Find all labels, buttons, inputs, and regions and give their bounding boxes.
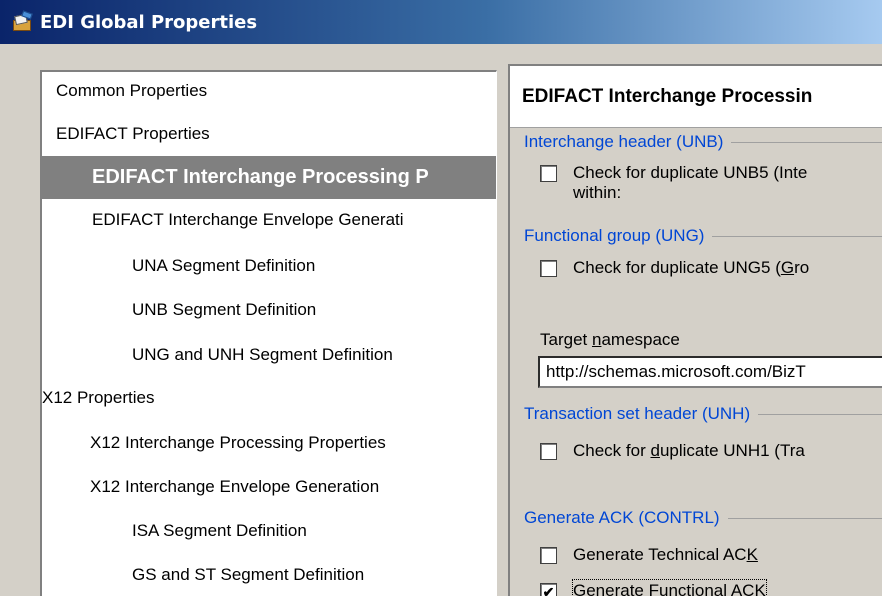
check-duplicate-unh1-checkbox[interactable]: Check for duplicate UNH1 (Tra (540, 440, 805, 462)
tree-item-x12-interchange-processing[interactable]: X12 Interchange Processing Properties (42, 424, 496, 462)
window-title: EDI Global Properties (40, 11, 258, 33)
properties-tree[interactable]: Common Properties EDIFACT Properties EDI… (40, 70, 497, 596)
group-interchange-header: Interchange header (UNB) (524, 132, 882, 152)
checkbox-box[interactable] (540, 260, 557, 277)
checkbox-box[interactable] (540, 165, 557, 182)
generate-technical-ack-checkbox[interactable]: Generate Technical ACK (540, 544, 758, 566)
tree-item-label: GS and ST Segment Definition (132, 565, 365, 584)
tree-item-label: EDIFACT Properties (56, 124, 210, 143)
tree-item-label: UNA Segment Definition (132, 256, 316, 275)
tree-item-label: UNB Segment Definition (132, 300, 317, 319)
group-transaction-set-header: Transaction set header (UNH) (524, 404, 882, 424)
check-duplicate-unb5-checkbox[interactable]: Check for duplicate UNB5 (Inte within: (540, 162, 807, 202)
tree-item-label: ISA Segment Definition (132, 521, 307, 540)
tree-item-ung-unh-segment[interactable]: UNG and UNH Segment Definition (42, 336, 496, 374)
checkbox-box[interactable] (540, 547, 557, 564)
target-namespace-input[interactable]: http://schemas.microsoft.com/BizT (538, 356, 882, 388)
properties-icon (12, 10, 34, 33)
tree-item-label: EDIFACT Interchange Envelope Generati (92, 210, 404, 229)
tree-item-label: Common Properties (56, 81, 208, 100)
tree-item-x12-envelope-generation[interactable]: X12 Interchange Envelope Generation (42, 468, 496, 506)
group-functional-group: Functional group (UNG) (524, 226, 882, 246)
tree-item-edifact-envelope-generation[interactable]: EDIFACT Interchange Envelope Generati (42, 201, 496, 239)
tree-item-label: X12 Properties (42, 388, 155, 407)
tree-item-edifact-interchange-processing[interactable]: EDIFACT Interchange Processing P (42, 156, 496, 199)
tree-item-isa-segment[interactable]: ISA Segment Definition (42, 512, 496, 550)
tree-item-edifact-properties[interactable]: EDIFACT Properties (42, 115, 496, 153)
checkmark-icon[interactable]: ✔ (540, 583, 557, 596)
group-generate-ack: Generate ACK (CONTRL) (524, 508, 882, 528)
panel-title: EDIFACT Interchange Processin (510, 66, 882, 128)
title-bar: EDI Global Properties (0, 0, 882, 44)
tree-item-unb-segment[interactable]: UNB Segment Definition (42, 291, 496, 329)
tree-item-label: EDIFACT Interchange Processing P (92, 166, 429, 188)
properties-panel: EDIFACT Interchange Processin Interchang… (508, 64, 882, 596)
generate-functional-ack-checkbox[interactable]: ✔ Generate Functional ACK (540, 579, 767, 596)
checkbox-label: Generate Functional ACK (572, 579, 767, 596)
checkbox-box[interactable] (540, 443, 557, 460)
tree-item-gs-st-segment[interactable]: GS and ST Segment Definition (42, 556, 496, 594)
checkbox-label: Check for duplicate UNH1 (Tra (573, 441, 805, 460)
tree-item-label: X12 Interchange Envelope Generation (90, 477, 380, 496)
tree-item-label: UNG and UNH Segment Definition (132, 345, 393, 364)
tree-item-common-properties[interactable]: Common Properties (42, 72, 496, 110)
target-namespace-label: Target namespace (540, 330, 680, 349)
tree-item-x12-properties[interactable]: X12 Properties (42, 379, 496, 417)
checkbox-label: Generate Technical ACK (573, 545, 758, 564)
tree-item-una-segment[interactable]: UNA Segment Definition (42, 247, 496, 285)
checkbox-label: Check for duplicate UNG5 (Gro (573, 258, 810, 277)
check-duplicate-ung5-checkbox[interactable]: Check for duplicate UNG5 (Gro (540, 257, 809, 279)
tree-item-label: X12 Interchange Processing Properties (90, 433, 386, 452)
